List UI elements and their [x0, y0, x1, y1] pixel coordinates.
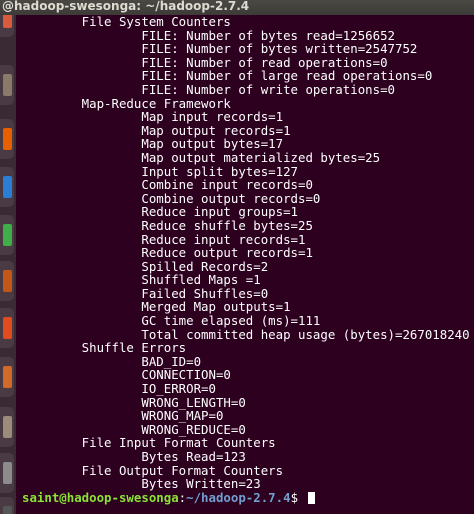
- settings-icon[interactable]: [0, 453, 14, 493]
- terminal-line: Merged Map outputs=1: [22, 299, 291, 315]
- terminal-line: WRONG_MAP=0: [22, 408, 224, 424]
- prompt-symbol: $: [290, 489, 306, 505]
- unity-launcher: [0, 15, 16, 514]
- terminal-line: Combine input records=0: [22, 177, 313, 193]
- settings-icon-glyph: [2, 462, 12, 484]
- software-center-icon[interactable]: [0, 357, 14, 397]
- ubuntu-software-icon[interactable]: [0, 15, 14, 37]
- terminal-line: Map output records=1: [22, 122, 291, 138]
- shell-prompt[interactable]: saint@hadoop-swesonga:~/hadoop-2.7.4$: [22, 489, 474, 505]
- impress-icon[interactable]: [0, 261, 14, 301]
- amazon-icon[interactable]: [0, 407, 14, 447]
- writer-icon-glyph: [2, 176, 12, 198]
- software-center-icon-glyph: [2, 366, 12, 388]
- terminal-line: BAD_ID=0: [22, 353, 202, 369]
- terminal-line: File Input Format Counters: [22, 435, 276, 451]
- terminal-line: FILE: Number of large read operations=0: [22, 68, 433, 84]
- terminal-line: Input split bytes=127: [22, 163, 299, 179]
- terminal-line: Reduce shuffle bytes=25: [22, 217, 313, 233]
- terminal-line: FILE: Number of bytes written=2547752: [22, 41, 418, 57]
- terminal-line: File Output Format Counters: [22, 462, 284, 478]
- terminal-line: Map output bytes=17: [22, 136, 284, 152]
- app-icon[interactable]: [0, 308, 14, 348]
- files-icon[interactable]: [0, 65, 14, 105]
- terminal-line: FILE: Number of read operations=0: [22, 54, 388, 70]
- terminal-line: Map output materialized bytes=25: [22, 149, 381, 165]
- terminal-line: Spilled Records=2: [22, 258, 269, 274]
- window-title: @hadoop-swesonga: ~/hadoop-2.7.4: [2, 0, 250, 13]
- terminal-lines: File System Counters FILE: Number of byt…: [22, 15, 474, 491]
- terminal-line: Bytes Written=23: [22, 476, 261, 492]
- prompt-separator: :: [178, 489, 187, 505]
- terminal-line: WRONG_REDUCE=0: [22, 421, 246, 437]
- app-icon-glyph: [2, 317, 12, 339]
- impress-icon-glyph: [2, 270, 12, 292]
- terminal-line: IO_ERROR=0: [22, 381, 216, 397]
- prompt-path: ~/hadoop-2.7.4: [186, 489, 291, 505]
- terminal-line: WRONG_LENGTH=0: [22, 394, 246, 410]
- calc-icon[interactable]: [0, 215, 14, 255]
- terminal-line: Reduce input groups=1: [22, 204, 299, 220]
- prompt-user-host: saint@hadoop-swesonga: [22, 489, 179, 505]
- ubuntu-software-icon-glyph: [2, 15, 12, 28]
- terminal-line: Shuffle Errors: [22, 340, 187, 356]
- terminal-line: Combine output records=0: [22, 190, 321, 206]
- terminal-line: Total committed heap usage (bytes)=26701…: [22, 326, 470, 342]
- terminal-line: Reduce input records=1: [22, 231, 306, 247]
- terminal-line: Reduce output records=1: [22, 245, 313, 261]
- terminal-line: File System Counters: [22, 15, 231, 29]
- amazon-icon-glyph: [2, 416, 12, 438]
- terminal-line: Bytes Read=123: [22, 449, 246, 464]
- window-titlebar: @hadoop-swesonga: ~/hadoop-2.7.4: [0, 0, 474, 15]
- firefox-icon[interactable]: [0, 119, 14, 159]
- terminal-icon-glyph: [2, 506, 12, 514]
- text-cursor: [308, 491, 316, 504]
- terminal-line: CONNECTION=0: [22, 367, 231, 383]
- terminal-output[interactable]: File System Counters FILE: Number of byt…: [22, 15, 474, 514]
- terminal-line: FILE: Number of bytes read=1256652: [22, 27, 395, 43]
- terminal-line: Map input records=1: [22, 109, 284, 125]
- terminal-line: GC time elapsed (ms)=111: [22, 313, 321, 329]
- terminal-line: Shuffled Maps =1: [22, 272, 261, 288]
- terminal-icon[interactable]: [0, 497, 14, 514]
- terminal-line: Map-Reduce Framework: [22, 95, 231, 111]
- files-icon-glyph: [2, 74, 12, 96]
- writer-icon[interactable]: [0, 167, 14, 207]
- terminal-line: FILE: Number of write operations=0: [22, 81, 395, 97]
- calc-icon-glyph: [2, 224, 12, 246]
- terminal-line: Failed Shuffles=0: [22, 285, 269, 301]
- firefox-icon-glyph: [2, 128, 12, 150]
